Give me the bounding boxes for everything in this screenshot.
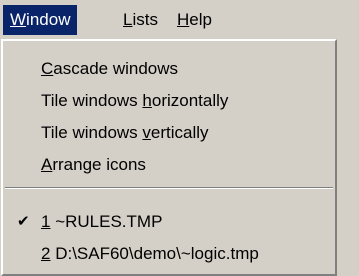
menu-bar: Window Lists Help	[0, 0, 359, 40]
label-accel: C	[41, 59, 54, 78]
menu-window[interactable]: Window	[3, 5, 78, 35]
label-post: ertically	[150, 123, 209, 142]
menu-item-cascade-windows[interactable]: Cascade windows	[3, 54, 335, 84]
menu-item-arrange-icons[interactable]: Arrange icons	[3, 150, 335, 180]
menu-separator	[5, 187, 333, 189]
menu-item-label: Tile windows vertically	[41, 118, 209, 148]
menu-item-label: 1 ~RULES.TMP	[41, 207, 162, 237]
menu-lists[interactable]: Lists	[116, 5, 165, 35]
window-name: D:\SAF60\demo\~logic.tmp	[50, 244, 259, 263]
label-post: ascade windows	[53, 59, 179, 78]
checkmark-icon: ✔	[17, 213, 30, 230]
menu-window-accel: W	[10, 10, 27, 29]
menu-window-label: indow	[26, 10, 71, 29]
menu-item-window-2[interactable]: 2 D:\SAF60\demo\~logic.tmp	[3, 239, 335, 269]
label-accel: A	[41, 155, 53, 174]
window-name: ~RULES.TMP	[50, 212, 163, 231]
menu-help[interactable]: Help	[170, 5, 219, 35]
menu-item-window-1[interactable]: ✔ 1 ~RULES.TMP	[3, 207, 335, 237]
menu-lists-label: ists	[132, 10, 158, 29]
menu-help-label: elp	[189, 10, 212, 29]
label-post: rrange icons	[52, 155, 146, 174]
menu-item-label: Cascade windows	[41, 54, 178, 84]
label-pre: Tile windows	[41, 123, 143, 142]
window-menu-dropdown: Cascade windows Tile windows horizontall…	[1, 39, 337, 276]
label-pre: Tile windows	[41, 91, 143, 110]
menu-item-tile-vertically[interactable]: Tile windows vertically	[3, 118, 335, 148]
label-accel: v	[142, 123, 151, 142]
menu-item-tile-horizontally[interactable]: Tile windows horizontally	[3, 86, 335, 116]
menu-item-label: 2 D:\SAF60\demo\~logic.tmp	[41, 239, 259, 269]
menu-item-label: Tile windows horizontally	[41, 86, 228, 116]
menu-item-label: Arrange icons	[41, 150, 146, 180]
label-post: orizontally	[151, 91, 229, 110]
menu-help-accel: H	[177, 10, 190, 29]
label-accel: h	[142, 91, 152, 110]
